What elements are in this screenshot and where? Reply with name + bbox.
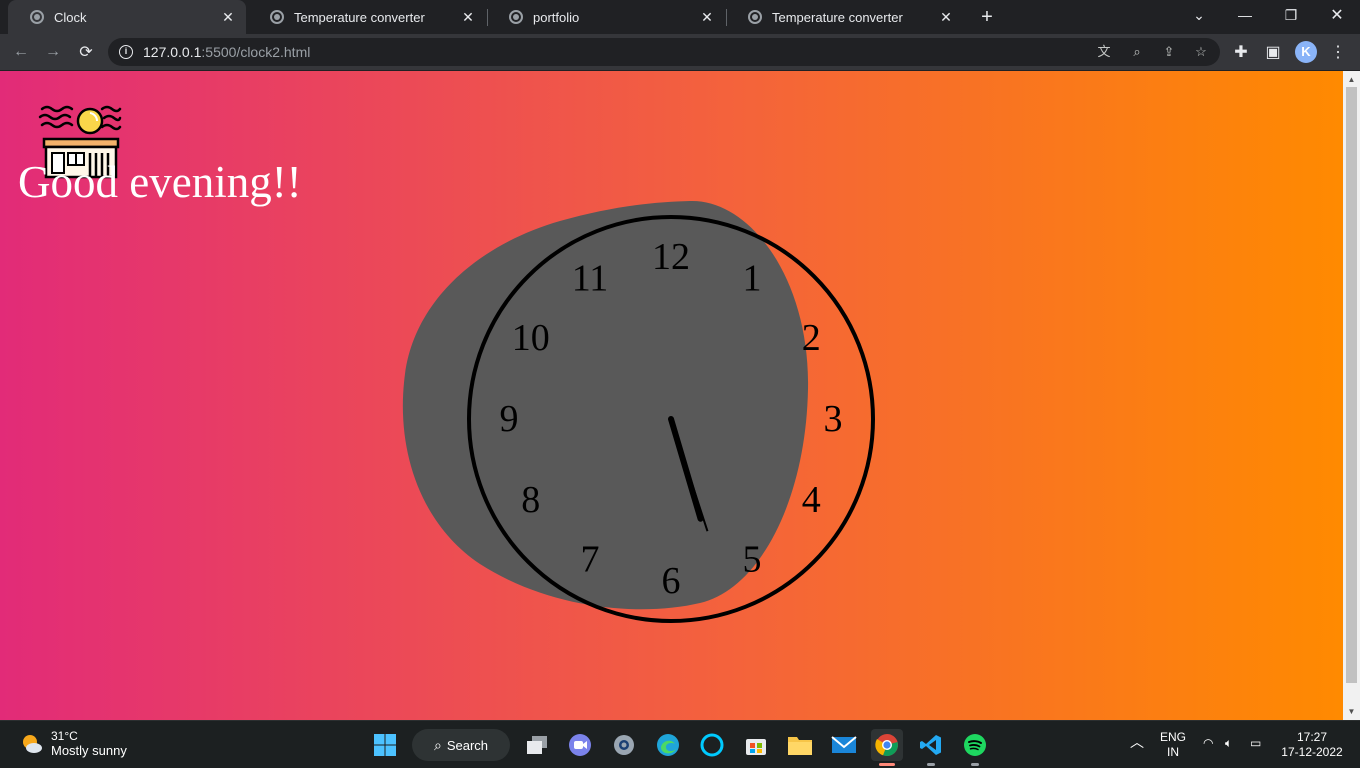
close-tab-icon[interactable]: ✕ [938, 9, 954, 25]
clock-numeral-1: 1 [743, 258, 762, 300]
tab-clock[interactable]: Clock ✕ [8, 0, 246, 34]
weather-condition: Mostly sunny [51, 743, 127, 758]
page-viewport: Good evening!! 12 1 2 3 4 5 6 7 8 9 10 11 [0, 71, 1343, 720]
profile-avatar[interactable]: K [1295, 41, 1317, 63]
volume-icon[interactable]: 🔈︎ [1225, 736, 1232, 751]
mail-icon[interactable] [828, 729, 860, 761]
close-window-button[interactable]: ✕ [1314, 0, 1360, 30]
vscode-icon[interactable] [915, 729, 947, 766]
analog-clock: 121234567891011 [402, 200, 875, 623]
weather-temperature: 31°C [51, 729, 78, 743]
taskbar-search[interactable]: ⌕ Search [412, 729, 510, 761]
running-indicator [879, 763, 895, 766]
windows-taskbar: 31°C Mostly sunny ⌕ Search ︿ ENG IN ◠ 🔈︎… [0, 720, 1360, 768]
globe-icon [748, 10, 762, 24]
tab-portfolio[interactable]: portfolio ✕ [487, 0, 725, 34]
file-explorer-icon[interactable] [784, 729, 816, 761]
clock-numeral-5: 5 [743, 538, 762, 580]
task-view-icon[interactable] [521, 729, 553, 761]
spotify-icon[interactable] [959, 729, 991, 766]
language-secondary: IN [1167, 745, 1179, 759]
clock-numeral-11: 11 [572, 258, 609, 300]
tab-strip: Clock ✕ Temperature converter ✕ portfoli… [0, 0, 1360, 34]
menu-kebab-icon[interactable]: ⋮ [1326, 40, 1350, 64]
greeting-heading: Good evening!! [18, 157, 302, 207]
tab-label: Temperature converter [294, 9, 425, 25]
minimize-button[interactable]: — [1222, 0, 1268, 30]
teams-chat-icon[interactable] [564, 729, 596, 761]
chrome-icon[interactable] [871, 729, 903, 766]
microsoft-store-icon[interactable] [740, 729, 772, 761]
tab-label: portfolio [533, 9, 580, 25]
clock-numeral-3: 3 [824, 398, 843, 440]
close-tab-icon[interactable]: ✕ [460, 9, 476, 25]
page-scrollbar[interactable]: ▲ ▼ [1343, 71, 1360, 720]
settings-gear-icon[interactable] [608, 729, 640, 761]
extensions-icon[interactable]: ✚ [1229, 40, 1253, 64]
clock-numeral-2: 2 [802, 317, 821, 359]
clock-numeral-7: 7 [581, 538, 600, 580]
clock-numeral-10: 10 [512, 317, 550, 359]
forward-button[interactable]: → [41, 40, 65, 64]
tab-temperature-converter[interactable]: Temperature converter ✕ [248, 0, 486, 34]
scroll-down-arrow-icon[interactable]: ▼ [1347, 707, 1356, 716]
bookmark-star-icon[interactable]: ☆ [1193, 44, 1209, 60]
clock-numeral-6: 6 [662, 560, 681, 602]
back-button[interactable]: ← [9, 40, 33, 64]
tab-label: Temperature converter [772, 9, 903, 25]
address-bar[interactable]: i 127.0.0.1:5500/clock2.html 文 ⌕ ⇪ ☆ [108, 38, 1220, 66]
edge-browser-icon[interactable] [652, 729, 684, 761]
clock-numeral-12: 12 [652, 236, 690, 278]
url-path: :5500/clock2.html [201, 44, 311, 60]
clock-numeral-4: 4 [802, 479, 821, 521]
url-host: 127.0.0.1 [143, 44, 202, 60]
clock-numeral-8: 8 [521, 479, 540, 521]
side-panel-icon[interactable]: ▣ [1261, 40, 1285, 64]
translate-icon[interactable]: 文 [1096, 44, 1112, 60]
clock-numeral-9: 9 [500, 398, 519, 440]
weather-widget[interactable]: 31°C Mostly sunny [20, 729, 127, 759]
battery-icon[interactable]: ▭ [1250, 736, 1261, 751]
running-indicator [927, 763, 935, 766]
tray-date: 17-12-2022 [1281, 745, 1343, 759]
tab-search-chevron-icon[interactable]: ⌄ [1176, 0, 1222, 30]
tray-time: 17:27 [1296, 730, 1328, 744]
start-button[interactable] [369, 729, 401, 761]
share-icon[interactable]: ⇪ [1161, 44, 1177, 60]
globe-icon [270, 10, 284, 24]
language-indicator[interactable]: ENG IN [1156, 730, 1190, 760]
show-hidden-icons-chevron-icon[interactable]: ︿ [1130, 735, 1144, 750]
language-primary: ENG [1159, 730, 1186, 744]
wifi-icon[interactable]: ◠ [1203, 736, 1213, 751]
close-tab-icon[interactable]: ✕ [220, 9, 236, 25]
tab-label: Clock [54, 9, 87, 25]
search-label: Search [446, 737, 489, 753]
search-icon: ⌕ [434, 736, 442, 753]
browser-toolbar: ← → ⟳ i 127.0.0.1:5500/clock2.html 文 ⌕ ⇪… [0, 34, 1360, 71]
scroll-up-arrow-icon[interactable]: ▲ [1347, 75, 1356, 84]
restore-button[interactable]: ❐ [1268, 0, 1314, 30]
reload-button[interactable]: ⟳ [74, 40, 98, 64]
running-indicator [971, 763, 979, 766]
globe-icon [30, 10, 44, 24]
new-tab-button[interactable]: + [976, 6, 998, 28]
clock-tray[interactable]: 17:27 17-12-2022 [1278, 730, 1346, 760]
alexa-icon[interactable] [696, 729, 728, 761]
globe-icon [509, 10, 523, 24]
zoom-icon[interactable]: ⌕ [1129, 44, 1145, 60]
windows-logo-icon [374, 734, 396, 756]
site-info-icon[interactable]: i [119, 45, 133, 59]
close-tab-icon[interactable]: ✕ [699, 9, 715, 25]
partly-sunny-icon [23, 735, 42, 753]
scrollbar-thumb[interactable] [1346, 87, 1357, 683]
tab-temperature-converter-2[interactable]: Temperature converter ✕ [726, 0, 964, 34]
